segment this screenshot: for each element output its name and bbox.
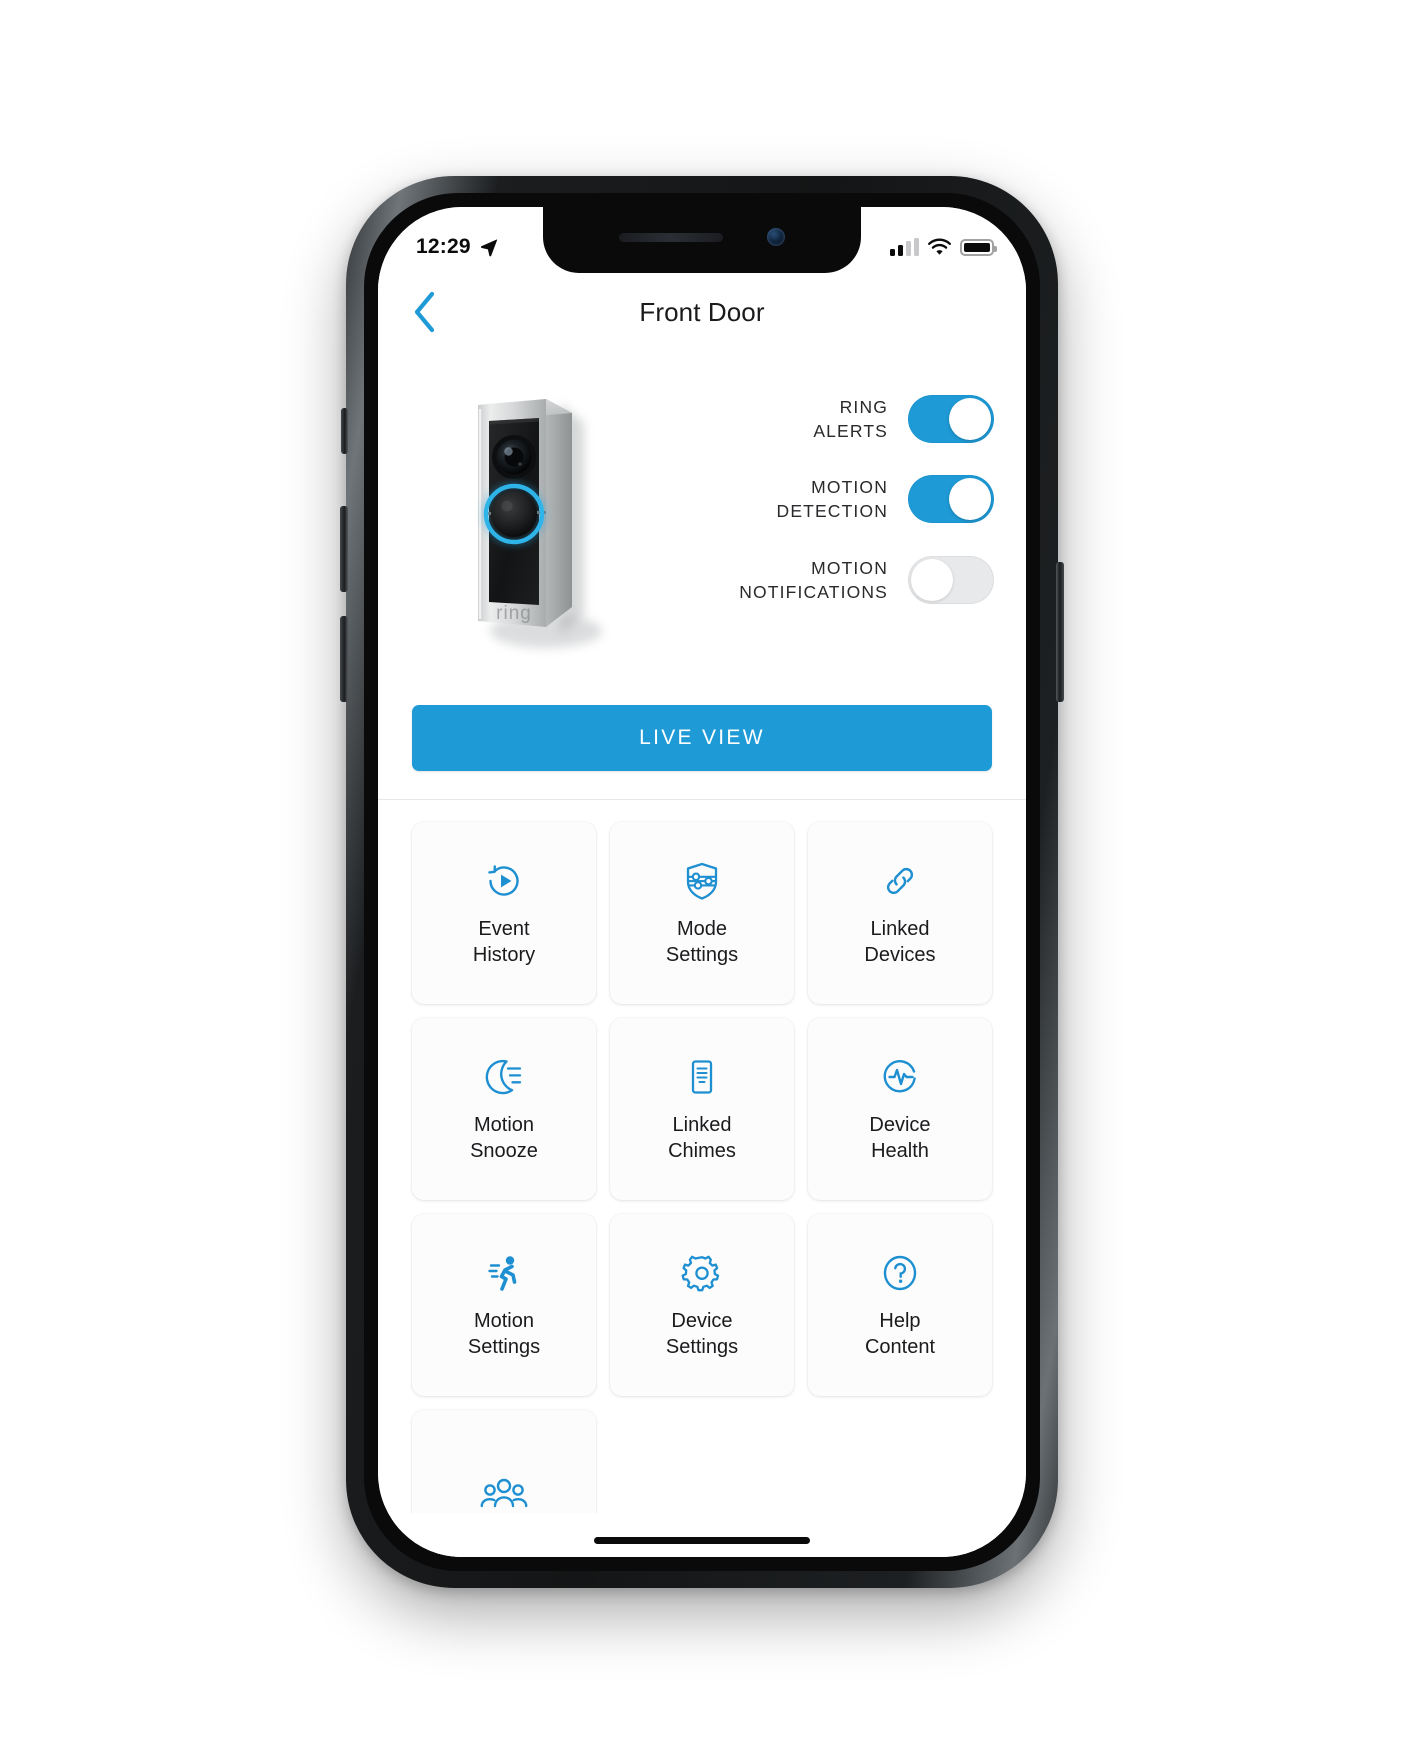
- tile-label: Motion Snooze: [470, 1114, 538, 1162]
- wifi-icon: [928, 238, 951, 255]
- home-indicator[interactable]: [594, 1537, 810, 1544]
- tile-label: Help Content: [864, 1310, 936, 1358]
- svg-text:ring: ring: [496, 603, 532, 624]
- battery-full-icon: [960, 238, 997, 256]
- earpiece-speaker-icon: [619, 232, 723, 242]
- tile-linked-devices[interactable]: Linked Devices: [808, 822, 992, 1004]
- phone-bezel: 12:29 Front Door ring RING ALERTS MOTION…: [364, 193, 1040, 1571]
- toggle-knob: [911, 558, 953, 601]
- document-lines-icon: [680, 1054, 724, 1100]
- motion-detection-row: MOTION DETECTION: [630, 475, 994, 524]
- tile-label: Device Health: [869, 1114, 931, 1162]
- motion-notifications-label: MOTION NOTIFICATIONS: [739, 557, 888, 602]
- front-camera-icon: [767, 228, 785, 246]
- tile-mode-settings[interactable]: Mode Settings: [610, 822, 794, 1004]
- toggle-knob: [949, 398, 991, 441]
- tile-label: Event History: [472, 918, 536, 966]
- motion-notifications-toggle[interactable]: [908, 555, 994, 604]
- ring-alerts-toggle[interactable]: [908, 395, 994, 444]
- tile-motion-settings[interactable]: Motion Settings: [412, 1214, 596, 1396]
- status-bar-right: [890, 238, 997, 257]
- tile-label: Mode Settings: [665, 918, 739, 966]
- ring-doorbell-pro-icon: ring: [478, 399, 602, 648]
- live-view-button[interactable]: LIVE VIEW: [412, 705, 992, 771]
- gear-icon: [680, 1250, 724, 1296]
- tile-linked-chimes[interactable]: Linked Chimes: [610, 1018, 794, 1200]
- cellular-signal-icon: [890, 238, 919, 256]
- phone-screen: 12:29 Front Door ring RING ALERTS MOTION…: [378, 207, 1026, 1557]
- tile-event-history[interactable]: Event History: [412, 822, 596, 1004]
- mute-switch-button[interactable]: [341, 408, 348, 454]
- chevron-left-icon: [414, 291, 435, 333]
- question-circle-icon: [878, 1250, 922, 1296]
- tile-label: Linked Devices: [864, 918, 936, 966]
- phone-device-frame: 12:29 Front Door ring RING ALERTS MOTION…: [340, 176, 1064, 1588]
- volume-up-button[interactable]: [340, 506, 348, 592]
- motion-notifications-row: MOTION NOTIFICATIONS: [630, 555, 994, 604]
- device-image: ring: [434, 369, 630, 679]
- toggle-knob: [949, 478, 991, 521]
- tile-help-content[interactable]: Help Content: [808, 1214, 992, 1396]
- tile-label: Linked Chimes: [668, 1114, 736, 1162]
- back-button[interactable]: [402, 289, 448, 335]
- screenshot-canvas: 12:29 Front Door ring RING ALERTS MOTION…: [0, 0, 1404, 1764]
- feature-tile-grid: Event History Mode Settings Linked Devic…: [378, 800, 1026, 1557]
- history-play-icon: [482, 858, 526, 904]
- toggle-list: RING ALERTS MOTION DETECTION MOTION NOTI…: [630, 369, 1000, 604]
- tile-motion-snooze[interactable]: Motion Snooze: [412, 1018, 596, 1200]
- tile-label: Motion Settings: [467, 1310, 541, 1358]
- ring-alerts-label: RING ALERTS: [813, 397, 888, 442]
- tile-device-health[interactable]: Device Health: [808, 1018, 992, 1200]
- status-time: 12:29: [416, 235, 471, 258]
- motion-detection-label: MOTION DETECTION: [776, 477, 888, 522]
- ring-alerts-row: RING ALERTS: [630, 395, 994, 444]
- location-arrow-icon: [480, 239, 497, 257]
- screen-bottom-mask: [378, 1513, 1026, 1557]
- volume-down-button[interactable]: [340, 616, 348, 702]
- power-button[interactable]: [1056, 562, 1064, 702]
- device-hero-section: ring RING ALERTS MOTION DETECTION MOTION…: [378, 351, 1026, 693]
- notch: [543, 207, 861, 273]
- chain-link-icon: [878, 858, 922, 904]
- moon-lines-icon: [482, 1054, 526, 1100]
- tile-label: Device Settings: [665, 1310, 739, 1358]
- live-view-section: LIVE VIEW: [378, 693, 1026, 771]
- shield-sliders-icon: [680, 858, 724, 904]
- running-person-icon: [482, 1250, 526, 1296]
- motion-detection-toggle[interactable]: [908, 475, 994, 524]
- app-navbar: Front Door: [378, 273, 1026, 351]
- page-title: Front Door: [639, 296, 765, 327]
- tile-device-settings[interactable]: Device Settings: [610, 1214, 794, 1396]
- heartbeat-circle-icon: [878, 1054, 922, 1100]
- ring-app-screen: Front Door ring RING ALERTS MOTION DETEC…: [378, 207, 1026, 1557]
- people-group-icon: [479, 1472, 529, 1518]
- status-bar-left: 12:29: [416, 235, 499, 259]
